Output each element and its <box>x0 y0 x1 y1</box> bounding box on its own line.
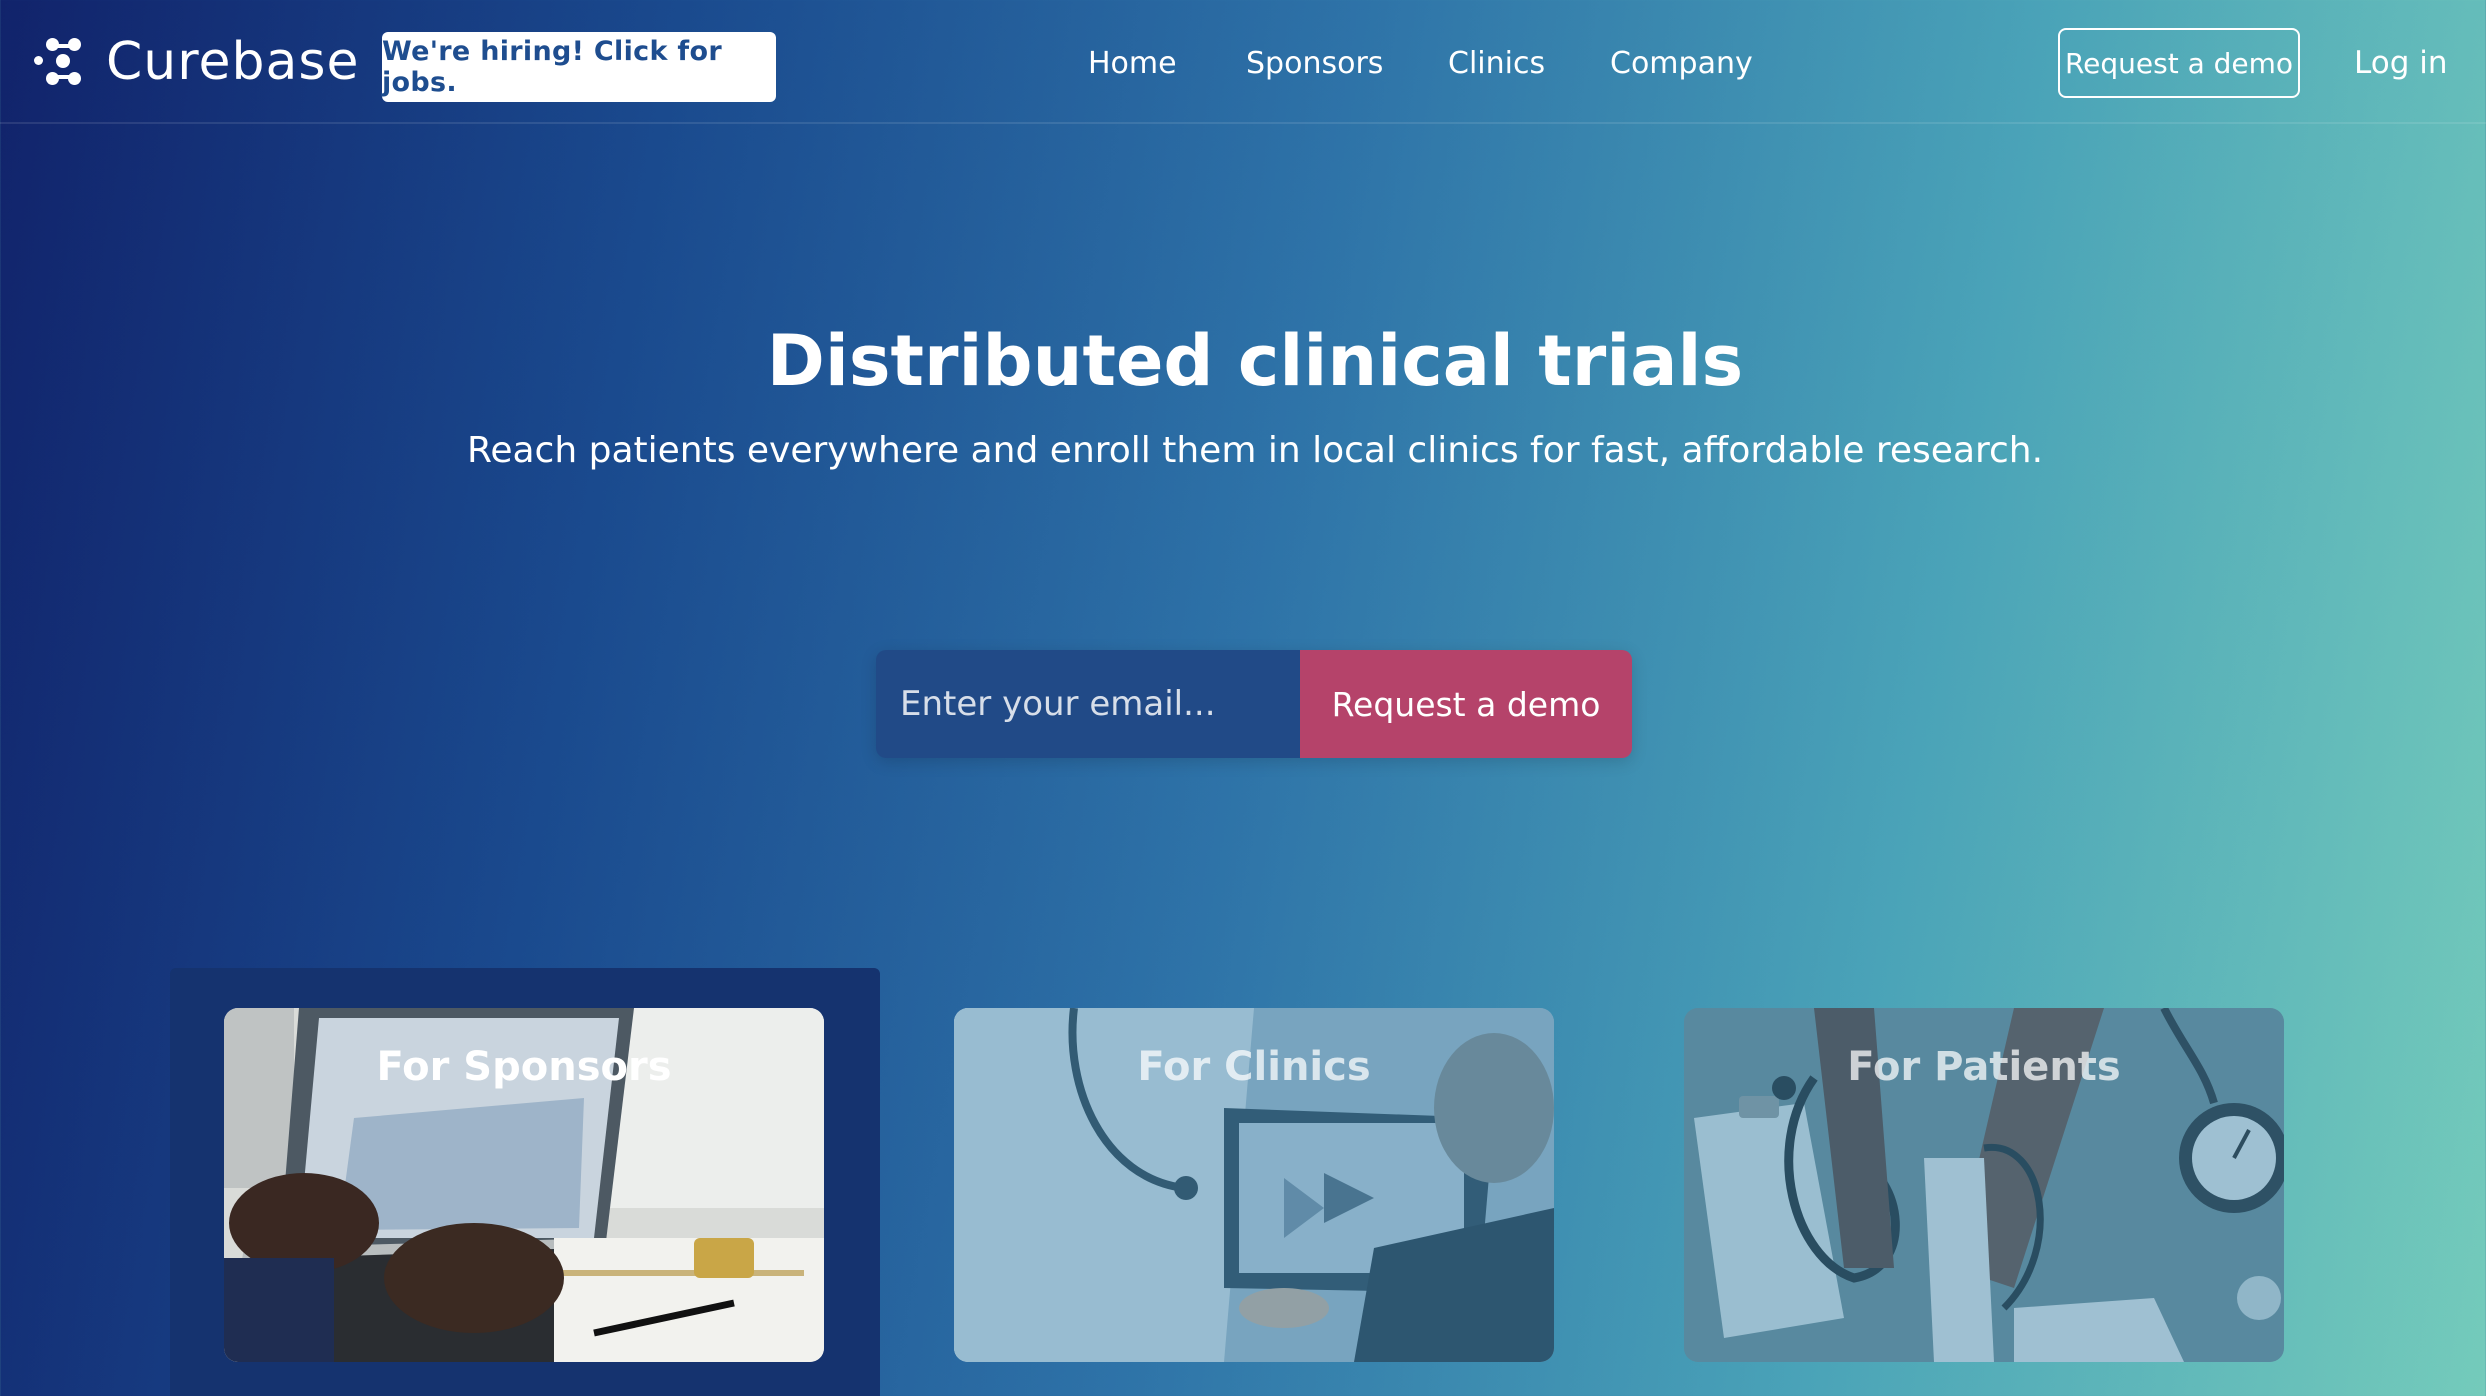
nav-sponsors[interactable]: Sponsors <box>1246 40 1383 86</box>
email-signup-form: Request a demo <box>876 650 1632 758</box>
clinics-card[interactable]: For Clinics <box>954 1008 1554 1362</box>
login-link[interactable]: Log in <box>2354 40 2447 86</box>
request-demo-nav-button[interactable]: Request a demo <box>2058 28 2300 98</box>
sponsors-card[interactable]: For Sponsors <box>224 1008 824 1362</box>
top-navigation: Curebase We're hiring! Click for jobs. H… <box>0 0 2486 124</box>
nav-clinics[interactable]: Clinics <box>1448 40 1545 86</box>
hero-title: Distributed clinical trials <box>766 320 1744 402</box>
card-title-sponsors: For Sponsors <box>376 1044 672 1090</box>
card-title-clinics: For Clinics <box>1137 1044 1371 1090</box>
hero-subtitle: Reach patients everywhere and enroll the… <box>466 430 2044 471</box>
nav-company[interactable]: Company <box>1610 40 1753 86</box>
hiring-button[interactable]: We're hiring! Click for jobs. <box>382 32 776 102</box>
patients-card[interactable]: For Patients <box>1684 1008 2284 1362</box>
email-input[interactable] <box>876 650 1300 758</box>
nav-home[interactable]: Home <box>1088 40 1177 86</box>
logo[interactable]: Curebase <box>28 32 359 92</box>
curebase-logo-icon <box>28 32 90 92</box>
card-title-patients: For Patients <box>1847 1044 2121 1090</box>
request-demo-button[interactable]: Request a demo <box>1300 650 1632 758</box>
brand-name: Curebase <box>106 32 360 92</box>
